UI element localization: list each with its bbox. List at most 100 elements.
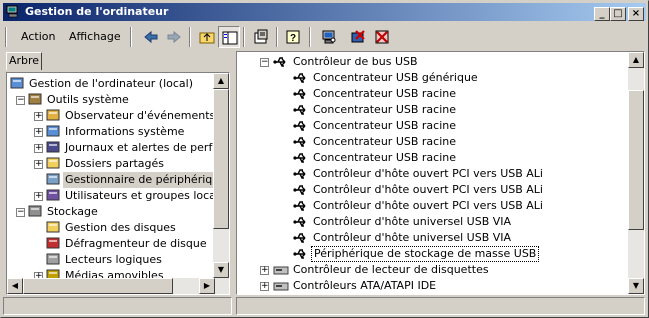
device-list-pane[interactable]: − Contrôleur de bus USB Concentrateur USB …	[236, 51, 645, 295]
tree-item-label: Journaux et alertes de perfor	[65, 141, 224, 154]
up-folder-icon	[199, 32, 215, 44]
device-item-label: Concentrateur USB racine	[313, 135, 456, 148]
scan-hardware-button[interactable]	[318, 26, 340, 48]
scroll-down-button[interactable]: ▼	[213, 262, 229, 278]
tools-icon	[28, 93, 42, 105]
device-item-label: Périphérique de stockage de masse USB	[311, 246, 540, 262]
tree-item-label: Gestion des disques	[65, 221, 176, 234]
device-item-label: Concentrateur USB générique	[313, 71, 478, 84]
disable-device-button[interactable]	[371, 26, 393, 48]
category-label: Contrôleur de bus USB	[293, 55, 418, 68]
tree-expander[interactable]: −	[16, 96, 25, 105]
scroll-up-button[interactable]: ▲	[628, 52, 644, 68]
usb-icon	[293, 185, 306, 195]
tree-expander[interactable]: +	[34, 192, 43, 201]
performance-logs-icon	[46, 141, 60, 153]
tree-expander[interactable]: −	[16, 208, 25, 217]
usb-icon	[293, 201, 306, 211]
h-scroll-thumb[interactable]	[23, 278, 173, 294]
console-tree-pane[interactable]: Gestion de l'ordinateur (local) − Outils s…	[6, 72, 230, 295]
users-icon	[46, 189, 60, 201]
properties-icon	[254, 29, 268, 44]
scroll-thumb[interactable]	[628, 90, 644, 230]
usb-icon	[293, 121, 306, 131]
computer-management-icon	[6, 5, 18, 18]
toolbar-separator	[276, 27, 278, 47]
storage-icon	[28, 205, 42, 217]
tree-item-label: Gestionnaire de périphériques	[63, 172, 229, 188]
device-item-label: Contrôleur d'hôte universel USB VIA	[313, 215, 512, 228]
toolbar-separator	[130, 27, 132, 47]
back-button[interactable]	[140, 26, 162, 48]
menu-view[interactable]: Affichage	[65, 29, 125, 45]
menu-toolbar-row: Action Affichage ?	[3, 24, 646, 50]
category-expander[interactable]: −	[260, 58, 269, 67]
scroll-left-button[interactable]: ◀	[7, 278, 23, 294]
usb-icon	[293, 73, 306, 83]
uninstall-device-icon	[351, 30, 365, 43]
scroll-up-button[interactable]: ▲	[213, 73, 229, 89]
window-title: Gestion de l'ordinateur	[25, 5, 169, 18]
forward-arrow-icon	[167, 30, 181, 44]
device-item-label: Contrôleur d'hôte ouvert PCI vers USB AL…	[313, 167, 543, 180]
usb-icon	[293, 153, 306, 163]
back-arrow-icon	[144, 30, 158, 44]
help-icon: ?	[286, 30, 300, 44]
shared-folder-icon	[46, 157, 60, 169]
close-button[interactable]: ×	[628, 7, 644, 21]
scroll-down-button[interactable]: ▼	[628, 278, 644, 294]
event-viewer-icon	[46, 109, 60, 121]
device-item-label: Contrôleur d'hôte ouvert PCI vers USB AL…	[313, 199, 543, 212]
tab-tree[interactable]: Arbre	[6, 52, 42, 70]
help-button[interactable]: ?	[283, 26, 305, 48]
disk-management-icon	[46, 221, 60, 233]
device-item-label: Concentrateur USB racine	[313, 103, 456, 116]
toolbar-separator	[189, 27, 191, 47]
tree-item-label: Stockage	[47, 205, 98, 218]
up-level-button[interactable]	[196, 26, 218, 48]
tree-horizontal-scrollbar[interactable]: ◀ ▶	[7, 278, 229, 294]
device-item-label: Concentrateur USB racine	[313, 87, 456, 100]
device-vertical-scrollbar[interactable]: ▲ ▼	[628, 52, 644, 294]
tree-expander[interactable]: +	[34, 160, 43, 169]
tree-expander[interactable]: +	[34, 128, 43, 137]
tree-item-label: Utilisateurs et groupes locaux	[65, 189, 230, 202]
tree-item-label: Lecteurs logiques	[65, 253, 162, 266]
tree-expander[interactable]: +	[34, 144, 43, 153]
title-bar[interactable]: Gestion de l'ordinateur _ □ ×	[3, 3, 646, 21]
tree-item-label: Observateur d'événements	[65, 109, 216, 122]
tree-item-label: Dossiers partagés	[65, 157, 165, 170]
category-label: Contrôleurs ATA/ATAPI IDE	[293, 279, 437, 292]
device-item-label: Contrôleur d'hôte ouvert PCI vers USB AL…	[313, 183, 543, 196]
menu-action[interactable]: Action	[17, 29, 59, 45]
category-expander[interactable]: +	[260, 282, 269, 291]
scroll-right-button[interactable]: ▶	[199, 278, 215, 294]
maximize-button[interactable]: □	[610, 7, 626, 21]
properties-button[interactable]	[250, 26, 272, 48]
drive-controller-icon	[273, 282, 289, 291]
tree-item-label: Gestion de l'ordinateur (local)	[29, 77, 194, 90]
scroll-thumb[interactable]	[213, 89, 229, 229]
status-bar-right	[236, 297, 645, 315]
status-bar-left	[3, 297, 232, 315]
minimize-button[interactable]: _	[594, 7, 610, 21]
disable-device-icon	[375, 30, 389, 44]
toolbar-separator	[243, 27, 245, 47]
usb-icon	[293, 249, 306, 259]
category-expander[interactable]: +	[260, 266, 269, 275]
tree-expander[interactable]: +	[34, 112, 43, 121]
show-hide-tree-button[interactable]	[218, 26, 240, 48]
uninstall-device-button[interactable]	[347, 26, 369, 48]
scan-hardware-icon	[322, 30, 336, 44]
toolbar-separator	[309, 27, 311, 47]
drive-controller-icon	[273, 266, 289, 275]
tree-vertical-scrollbar[interactable]: ▲ ▼	[213, 73, 229, 294]
grip	[5, 27, 7, 47]
tree-item-label: Outils système	[47, 93, 129, 106]
logical-drive-icon	[46, 253, 60, 265]
usb-icon	[293, 105, 306, 115]
computer-management-window: Gestion de l'ordinateur _ □ × Action Aff…	[0, 0, 649, 318]
forward-button[interactable]	[163, 26, 185, 48]
left-tab-bar: Arbre	[3, 51, 232, 71]
tree-item-label: Défragmenteur de disque	[65, 237, 207, 250]
